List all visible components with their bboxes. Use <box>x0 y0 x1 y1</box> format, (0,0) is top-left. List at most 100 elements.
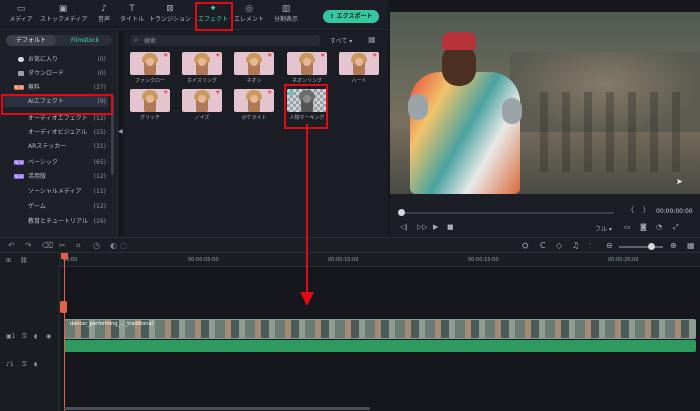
redo-icon[interactable]: ↷ <box>25 241 32 250</box>
lock-icon[interactable]: ⚿ <box>22 333 27 341</box>
elements-icon: ◎ <box>245 4 253 14</box>
audio-track-icon: ♪1 <box>6 361 14 368</box>
zoom-out-icon[interactable]: ⊖ <box>606 241 613 250</box>
toolbar-stock-media[interactable]: ▣ ストックメディア <box>40 3 87 27</box>
download-icon <box>18 71 24 76</box>
category-utility[interactable]: NEW 活用版 (12) <box>4 171 108 182</box>
effect-item[interactable]: ♥ ファンクロー <box>130 52 170 88</box>
toolbar-elements[interactable]: ◎ エレメント <box>231 3 267 27</box>
filter-dropdown[interactable]: すべて ▾ <box>330 36 352 45</box>
toolbar-split-screen[interactable]: ▥ 分割表示 <box>268 3 304 27</box>
display-icon[interactable]: ▭ <box>624 223 631 231</box>
chart-icon[interactable]: ⫶ <box>589 241 591 251</box>
category-game[interactable]: ゲーム (12) <box>4 201 108 212</box>
mark-in-icon[interactable]: { <box>630 206 634 214</box>
effect-thumbnail: ♥ <box>130 52 170 75</box>
playhead[interactable] <box>64 253 65 411</box>
delete-icon[interactable]: ⌫ <box>42 241 53 250</box>
export-button[interactable]: ⇪ エクスポート <box>323 10 379 23</box>
zoom-slider-handle[interactable] <box>648 243 655 250</box>
snapshot-icon[interactable]: ◙ <box>640 223 647 231</box>
visibility-icon[interactable]: ◉ <box>46 333 51 340</box>
speed-icon[interactable]: ◷ <box>93 241 100 250</box>
marker-icon[interactable]: ◌ <box>120 241 127 250</box>
category-favorites[interactable]: お気に入り (0) <box>4 54 108 65</box>
category-panel: デフォルト Filmstock お気に入り (0) ダウンロード (0) NEW 無料… <box>0 31 118 237</box>
top-toolbar: ▭ メディア ▣ ストックメディア ♪ 音声 T タイトル ⊠ トランジション ✦ エフェク… <box>0 0 388 30</box>
fullscreen-icon[interactable]: ⤢ <box>673 223 679 232</box>
new-badge: NEW <box>14 160 24 165</box>
favorite-icon: ♥ <box>372 53 377 59</box>
category-social-media[interactable]: ソーシャルメディア (11) <box>4 186 108 197</box>
tab-default[interactable]: デフォルト <box>6 35 56 46</box>
cut-icon[interactable]: ✂ <box>59 241 66 250</box>
category-download[interactable]: ダウンロード (0) <box>4 68 108 79</box>
render-icon[interactable]: ⛭ <box>522 241 528 251</box>
category-education[interactable]: 教育とチュートリアル (16) <box>4 216 108 227</box>
audio-clip[interactable] <box>64 340 696 352</box>
quality-dropdown[interactable]: フル ▾ <box>595 224 612 233</box>
stop-icon[interactable]: ■ <box>447 223 454 231</box>
preview-scrubber[interactable] <box>400 212 614 214</box>
zoom-slider[interactable] <box>619 246 663 248</box>
shield-icon[interactable]: ◇ <box>556 241 562 250</box>
media-icon: ▭ <box>16 4 26 14</box>
category-free[interactable]: NEW 無料 (37) <box>4 82 108 93</box>
volume-icon[interactable]: ◔ <box>656 223 662 231</box>
step-back-icon[interactable]: ◁| <box>400 223 408 231</box>
transition-icon: ⊠ <box>166 4 174 14</box>
effect-item[interactable]: ♥ ボケライト <box>234 89 274 125</box>
crop-icon[interactable]: ⌗ <box>76 241 81 251</box>
grid-icon[interactable]: ▦ <box>687 241 695 250</box>
play-icon[interactable]: ▶ <box>433 223 438 231</box>
effect-item[interactable]: ♥ グリッチ <box>130 89 170 125</box>
stock-media-icon: ▣ <box>58 4 68 14</box>
search-input[interactable]: ⌕ 検索 <box>130 35 320 46</box>
new-badge: NEW <box>14 174 24 179</box>
time-ruler[interactable]: 00:00 00:00:05:00 00:00:10:00 00:00:15:0… <box>60 253 700 267</box>
lock-icon[interactable]: ⚿ <box>22 361 27 369</box>
color-icon[interactable]: ◐ <box>110 241 117 250</box>
mouse-cursor-icon: ➤ <box>676 177 683 186</box>
effect-item[interactable]: ♥ ノイズ <box>182 89 222 125</box>
effect-thumbnail: ♥ <box>182 52 222 75</box>
video-track-icon: ▣1 <box>6 333 16 340</box>
split-screen-icon: ▥ <box>281 4 291 14</box>
new-badge: NEW <box>14 85 24 90</box>
zoom-in-icon[interactable]: ⊕ <box>670 241 677 250</box>
timeline-scrollbar[interactable] <box>64 407 370 410</box>
mark-out-icon[interactable]: } <box>642 206 646 214</box>
mute-icon[interactable]: ◖ <box>34 361 37 368</box>
play-frame-icon[interactable]: ▷▷ <box>417 223 428 231</box>
effect-thumbnail: ♥ <box>182 89 222 112</box>
toolbar-transition[interactable]: ⊠ トランジション <box>148 3 192 27</box>
tab-filmstock[interactable]: Filmstock <box>58 35 112 46</box>
undo-icon[interactable]: ↶ <box>8 241 15 250</box>
favorite-icon: ♥ <box>163 53 168 59</box>
mute-icon[interactable]: ◖ <box>34 333 37 340</box>
category-basic[interactable]: NEW ベーシック (65) <box>4 157 108 168</box>
library-tabs: デフォルト Filmstock <box>6 35 112 46</box>
scrubber-handle[interactable] <box>398 209 405 216</box>
favorite-icon: ♥ <box>320 53 325 59</box>
effect-thumbnail: ♥ <box>234 89 274 112</box>
link-icon[interactable]: ⛓ <box>20 257 28 264</box>
category-audio-visual[interactable]: オーディオビジュアル (15) <box>4 127 108 138</box>
audio-mixer-icon[interactable]: ♫ <box>572 241 579 250</box>
toolbar-title[interactable]: T タイトル <box>114 3 150 27</box>
video-preview[interactable] <box>390 12 700 194</box>
effect-item[interactable]: ♥ ネオン <box>234 52 274 88</box>
timeline: ⊞ ⛓ ▣1 ⚿ ◖ ◉ ♪1 ⚿ ◖ 00:00 00:00:05:00 00… <box>0 253 700 411</box>
category-ar-stickers[interactable]: ARステッカー (31) <box>4 141 108 152</box>
grid-view-icon[interactable]: ▦ <box>368 35 376 44</box>
add-track-icon[interactable]: ⊞ <box>6 257 11 264</box>
highlight-ai-effects <box>1 94 113 115</box>
toolbar-media[interactable]: ▭ メディア <box>3 3 39 27</box>
effect-item[interactable]: ♥ ハート <box>339 52 379 88</box>
effect-thumbnail: ♥ <box>130 89 170 112</box>
snap-icon[interactable]: C <box>540 241 546 250</box>
effect-item[interactable]: ♥ ネオンリング <box>287 52 327 88</box>
video-clip[interactable] <box>64 319 696 339</box>
effect-item[interactable]: ♥ ホイスリング <box>182 52 222 88</box>
playhead-marker[interactable] <box>60 301 67 313</box>
